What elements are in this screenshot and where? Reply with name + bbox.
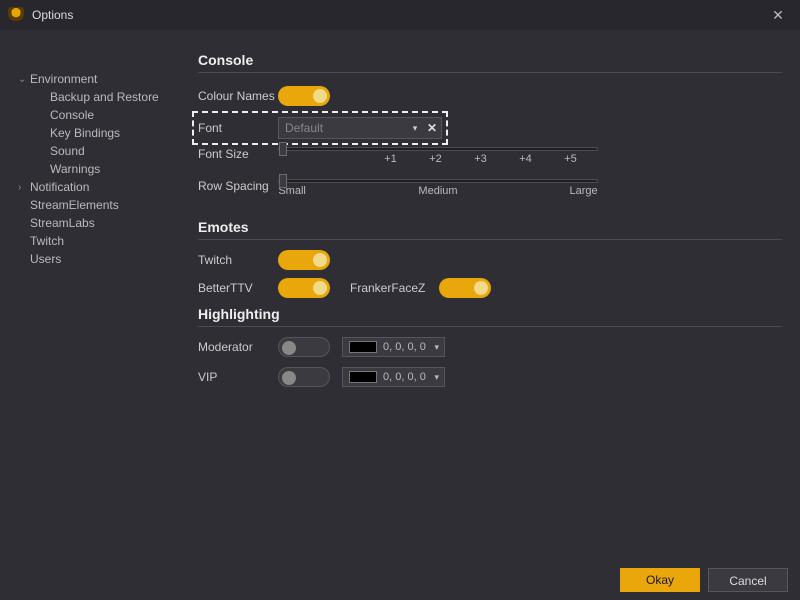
sidebar-item-label: Notification (30, 180, 89, 194)
caret-down-icon: ▾ (430, 342, 444, 353)
sidebar-item-backup-restore[interactable]: Backup and Restore (4, 88, 176, 106)
font-size-ticks: +1 +2 +3 +4 +5 (278, 153, 598, 165)
vip-color-dropdown[interactable]: 0, 0, 0, 0 ▾ (342, 367, 445, 387)
slider-thumb-icon[interactable] (279, 142, 287, 156)
content-panel: Console Colour Names Font Default ▾ ✕ Fo… (180, 30, 800, 560)
font-size-label: Font Size (198, 147, 278, 161)
color-swatch-icon (349, 371, 377, 383)
betterttv-toggle[interactable] (278, 278, 330, 298)
toggle-knob-icon (313, 253, 327, 267)
row-font-size: Font Size +1 +2 +3 +4 +5 (198, 147, 782, 173)
toggle-knob-icon (313, 281, 327, 295)
caret-down-icon: ▾ (407, 123, 423, 134)
okay-button[interactable]: Okay (620, 568, 700, 592)
font-selection-highlight: Font Default ▾ ✕ (198, 117, 442, 139)
row-spacing-label: Row Spacing (198, 179, 278, 193)
sidebar-item-twitch[interactable]: Twitch (4, 232, 176, 250)
toggle-knob-icon (282, 341, 296, 355)
sidebar-item-streamelements[interactable]: StreamElements (4, 196, 176, 214)
moderator-color-value: 0, 0, 0, 0 (383, 341, 430, 353)
section-title-highlighting: Highlighting (198, 306, 782, 322)
row-emote-twitch: Twitch (198, 250, 782, 270)
cancel-button[interactable]: Cancel (708, 568, 788, 592)
row-colour-names: Colour Names (198, 83, 782, 109)
sidebar-item-console[interactable]: Console (4, 106, 176, 124)
color-swatch-icon (349, 341, 377, 353)
row-moderator: Moderator 0, 0, 0, 0 ▾ (198, 337, 782, 357)
caret-down-icon: ▾ (430, 372, 444, 383)
row-vip: VIP 0, 0, 0, 0 ▾ (198, 367, 782, 387)
divider (198, 72, 782, 73)
colour-names-label: Colour Names (198, 89, 278, 103)
frankerfacez-label: FrankerFaceZ (350, 281, 425, 295)
twitch-label: Twitch (198, 253, 264, 267)
chevron-down-icon: ⌄ (18, 74, 28, 85)
betterttv-label: BetterTTV (198, 281, 264, 295)
toggle-knob-icon (474, 281, 488, 295)
row-font: Font Default ▾ ✕ (198, 115, 782, 141)
sidebar-item-environment[interactable]: ⌄ Environment (4, 70, 176, 88)
sidebar-item-streamlabs[interactable]: StreamLabs (4, 214, 176, 232)
sidebar-item-warnings[interactable]: Warnings (4, 160, 176, 178)
vip-label: VIP (198, 370, 278, 384)
app-logo-icon (8, 7, 24, 23)
font-label: Font (198, 121, 278, 135)
close-icon[interactable]: ✕ (764, 7, 792, 24)
slider-thumb-icon[interactable] (279, 174, 287, 188)
sidebar-tree: ⌄ Environment Backup and Restore Console… (0, 30, 180, 560)
moderator-label: Moderator (198, 340, 278, 354)
chevron-right-icon: › (18, 182, 28, 193)
section-title-emotes: Emotes (198, 219, 782, 235)
twitch-toggle[interactable] (278, 250, 330, 270)
moderator-color-dropdown[interactable]: 0, 0, 0, 0 ▾ (342, 337, 445, 357)
font-dropdown[interactable]: Default ▾ ✕ (278, 117, 442, 139)
toggle-knob-icon (282, 371, 296, 385)
sidebar-item-key-bindings[interactable]: Key Bindings (4, 124, 176, 142)
vip-toggle[interactable] (278, 367, 330, 387)
font-dropdown-value: Default (279, 121, 407, 135)
sidebar-item-notification[interactable]: › Notification (4, 178, 176, 196)
vip-color-value: 0, 0, 0, 0 (383, 371, 430, 383)
row-emote-extra: BetterTTV FrankerFaceZ (198, 278, 782, 298)
frankerfacez-toggle[interactable] (439, 278, 491, 298)
titlebar: Options ✕ (0, 0, 800, 30)
section-title-console: Console (198, 52, 782, 68)
divider (198, 239, 782, 240)
moderator-toggle[interactable] (278, 337, 330, 357)
sidebar-item-users[interactable]: Users (4, 250, 176, 268)
toggle-knob-icon (313, 89, 327, 103)
window-title: Options (32, 8, 764, 22)
colour-names-toggle[interactable] (278, 86, 330, 106)
row-spacing-ticks: Small Medium Large (278, 185, 598, 197)
font-size-slider[interactable] (278, 147, 598, 151)
row-spacing-slider[interactable] (278, 179, 598, 183)
footer: Okay Cancel (0, 560, 800, 600)
sidebar-item-label: Environment (30, 72, 97, 86)
font-clear-button[interactable]: ✕ (423, 121, 441, 135)
divider (198, 326, 782, 327)
sidebar-item-sound[interactable]: Sound (4, 142, 176, 160)
row-row-spacing: Row Spacing Small Medium Large (198, 179, 782, 205)
